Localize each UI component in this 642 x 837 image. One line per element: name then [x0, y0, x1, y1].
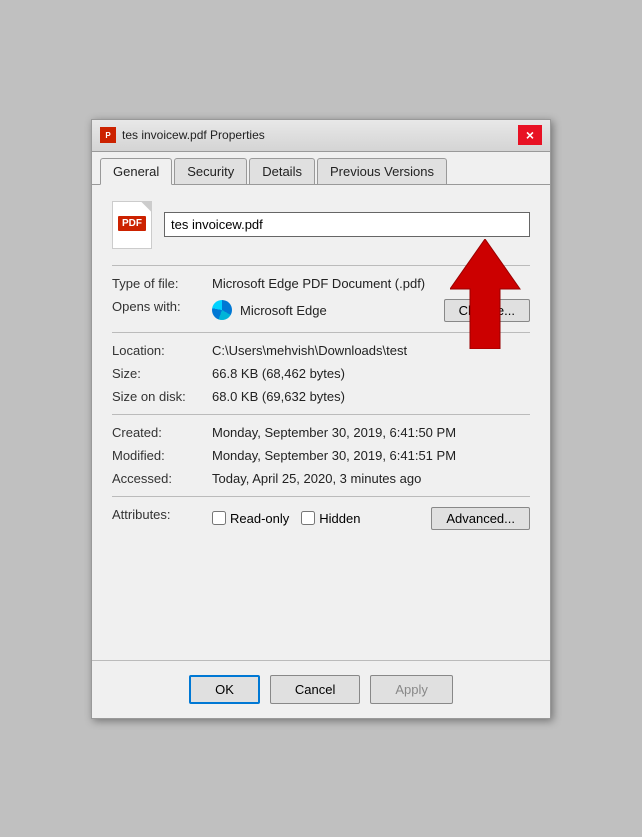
divider-3 [112, 414, 530, 415]
tab-details[interactable]: Details [249, 158, 315, 184]
app-icon: P [100, 127, 116, 143]
ok-button[interactable]: OK [189, 675, 260, 704]
tab-previous-versions[interactable]: Previous Versions [317, 158, 447, 184]
divider-2 [112, 332, 530, 333]
dialog-footer: OK Cancel Apply [92, 660, 550, 718]
hidden-checkbox[interactable] [301, 511, 315, 525]
opens-app: Microsoft Edge [240, 303, 327, 318]
apply-button[interactable]: Apply [370, 675, 453, 704]
cancel-button[interactable]: Cancel [270, 675, 360, 704]
size-value: 66.8 KB (68,462 bytes) [212, 366, 530, 381]
advanced-button[interactable]: Advanced... [431, 507, 530, 530]
pdf-label: PDF [118, 216, 146, 231]
opens-label: Opens with: [112, 299, 212, 322]
attributes-row: Read-only Hidden Advanced... [212, 507, 530, 530]
properties-dialog: P tes invoicew.pdf Properties × General … [91, 119, 551, 719]
readonly-checkbox[interactable] [212, 511, 226, 525]
accessed-label: Accessed: [112, 471, 212, 486]
divider-1 [112, 265, 530, 266]
tab-content: PDF Type of file: Microsoft Edge PDF Doc… [92, 185, 550, 660]
svg-text:P: P [105, 131, 111, 140]
opens-with-wrapper: Microsoft Edge Change... [212, 299, 530, 322]
size-on-disk-label: Size on disk: [112, 389, 212, 404]
created-label: Created: [112, 425, 212, 440]
attributes-label: Attributes: [112, 507, 212, 530]
file-type-section: Type of file: Microsoft Edge PDF Documen… [112, 276, 530, 322]
type-value: Microsoft Edge PDF Document (.pdf) [212, 276, 530, 291]
red-arrow [450, 239, 540, 352]
type-label: Type of file: [112, 276, 212, 291]
location-label: Location: [112, 343, 212, 358]
title-bar: P tes invoicew.pdf Properties × [92, 120, 550, 152]
hidden-label: Hidden [319, 511, 360, 526]
opens-with-row: Microsoft Edge Change... [212, 299, 530, 322]
readonly-checkbox-label[interactable]: Read-only [212, 511, 289, 526]
close-button[interactable]: × [518, 125, 542, 145]
attributes-section: Attributes: Read-only Hidden Advanced... [112, 507, 530, 530]
change-button[interactable]: Change... [444, 299, 530, 322]
file-size-section: Location: C:\Users\mehvish\Downloads\tes… [112, 343, 530, 404]
modified-label: Modified: [112, 448, 212, 463]
size-on-disk-value: 68.0 KB (69,632 bytes) [212, 389, 530, 404]
readonly-label: Read-only [230, 511, 289, 526]
tab-general[interactable]: General [100, 158, 172, 185]
modified-value: Monday, September 30, 2019, 6:41:51 PM [212, 448, 530, 463]
size-label: Size: [112, 366, 212, 381]
file-name-row: PDF [112, 201, 530, 249]
tab-security[interactable]: Security [174, 158, 247, 184]
accessed-value: Today, April 25, 2020, 3 minutes ago [212, 471, 530, 486]
edge-icon [212, 300, 232, 320]
dialog-title: tes invoicew.pdf Properties [122, 128, 265, 142]
file-icon-corner [141, 202, 151, 212]
file-name-input[interactable] [164, 212, 530, 237]
hidden-checkbox-label[interactable]: Hidden [301, 511, 360, 526]
tab-bar: General Security Details Previous Versio… [92, 152, 550, 185]
title-bar-left: P tes invoicew.pdf Properties [100, 127, 265, 143]
file-dates-section: Created: Monday, September 30, 2019, 6:4… [112, 425, 530, 486]
divider-4 [112, 496, 530, 497]
file-icon: PDF [112, 201, 152, 249]
location-value: C:\Users\mehvish\Downloads\test [212, 343, 530, 358]
created-value: Monday, September 30, 2019, 6:41:50 PM [212, 425, 530, 440]
